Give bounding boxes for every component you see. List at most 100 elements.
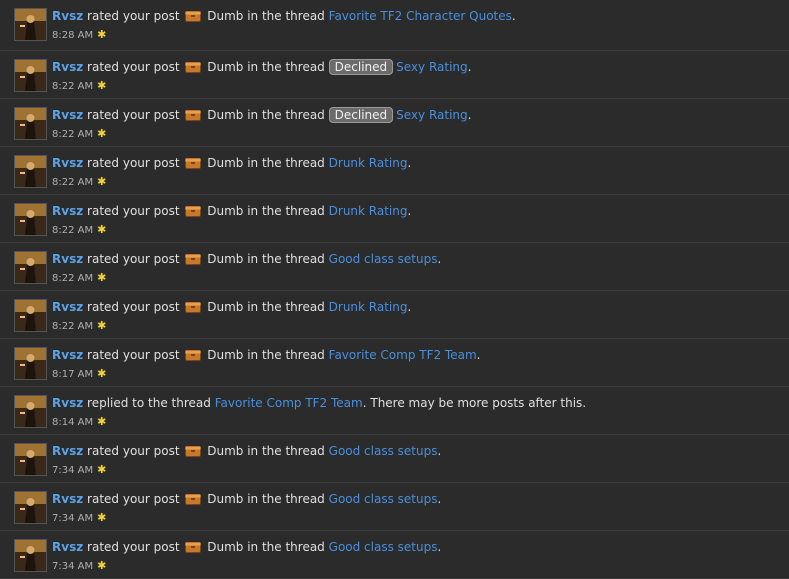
alert-text: Rvsz rated your post Dumb in the thread … [52,491,441,507]
timestamp: 8:22 AM [52,129,94,140]
alert-suffix: . [476,348,481,362]
timestamp: 8:22 AM [52,81,94,92]
user-avatar[interactable] [14,155,47,188]
alert-suffix: . [437,444,442,458]
new-alert-star-icon: ✱ [97,367,107,380]
alert-time: 7:34 AM ✱ [52,560,106,573]
thread-link[interactable]: Drunk Rating [329,300,408,314]
alert-suffix: . [437,252,442,266]
user-avatar[interactable] [14,443,47,476]
username-link[interactable]: Rvsz [52,300,83,314]
alert-action: rated your post [87,60,180,74]
thread-link[interactable]: Sexy Rating [396,108,468,122]
user-avatar[interactable] [14,8,47,41]
username-link[interactable]: Rvsz [52,60,83,74]
thread-link[interactable]: Favorite Comp TF2 Team [329,348,477,362]
rating-name: Dumb [207,156,244,170]
alert-item: Rvsz rated your post Dumb in the thread … [0,0,789,51]
thread-link[interactable]: Good class setups [329,444,438,458]
alert-action: rated your post [87,108,180,122]
alert-action: rated your post [87,492,180,506]
thread-link[interactable]: Favorite Comp TF2 Team [215,396,363,410]
avatar-image [15,108,46,139]
dumb-rating-icon [185,110,202,121]
avatar-image [15,492,46,523]
alert-action: replied to the thread [87,396,211,410]
alert-suffix: . [407,204,412,218]
thread-link[interactable]: Drunk Rating [329,156,408,170]
dumb-rating-icon [185,11,202,22]
avatar-image [15,444,46,475]
alert-time: 8:22 AM ✱ [52,272,106,285]
user-avatar[interactable] [14,107,47,140]
alert-suffix: . [467,60,472,74]
user-avatar[interactable] [14,395,47,428]
alert-connector: in the thread [247,9,325,23]
user-avatar[interactable] [14,491,47,524]
user-avatar[interactable] [14,203,47,236]
timestamp: 8:14 AM [52,417,94,428]
new-alert-star-icon: ✱ [97,319,107,332]
alert-suffix: . [437,492,442,506]
alert-text: Rvsz rated your post Dumb in the thread … [52,203,411,219]
alert-item: Rvsz rated your post Dumb in the thread … [0,531,789,579]
username-link[interactable]: Rvsz [52,204,83,218]
thread-link[interactable]: Favorite TF2 Character Quotes [329,9,512,23]
timestamp: 8:22 AM [52,177,94,188]
alert-time: 8:22 AM ✱ [52,80,106,93]
dumb-rating-icon [185,206,202,217]
user-avatar[interactable] [14,299,47,332]
alert-connector: in the thread [247,204,325,218]
new-alert-star-icon: ✱ [97,28,107,41]
alert-suffix: . There may be more posts after this. [362,396,587,410]
thread-link[interactable]: Good class setups [329,540,438,554]
thread-link[interactable]: Drunk Rating [329,204,408,218]
alert-text: Rvsz replied to the thread Favorite Comp… [52,395,586,411]
timestamp: 8:22 AM [52,225,94,236]
username-link[interactable]: Rvsz [52,252,83,266]
user-avatar[interactable] [14,59,47,92]
alert-time: 8:22 AM ✱ [52,320,106,333]
user-avatar[interactable] [14,251,47,284]
alert-suffix: . [511,9,516,23]
avatar-image [15,156,46,187]
alert-connector: in the thread [247,492,325,506]
alert-action: rated your post [87,348,180,362]
thread-link[interactable]: Good class setups [329,492,438,506]
alert-item: Rvsz rated your post Dumb in the thread … [0,243,789,291]
avatar-image [15,348,46,379]
avatar-image [15,300,46,331]
dumb-rating-icon [185,254,202,265]
thread-link[interactable]: Sexy Rating [396,60,468,74]
alert-text: Rvsz rated your post Dumb in the thread … [52,539,441,555]
username-link[interactable]: Rvsz [52,108,83,122]
username-link[interactable]: Rvsz [52,396,83,410]
timestamp: 8:28 AM [52,30,94,41]
username-link[interactable]: Rvsz [52,540,83,554]
alert-time: 8:22 AM ✱ [52,176,106,189]
username-link[interactable]: Rvsz [52,444,83,458]
rating-name: Dumb [207,492,244,506]
alert-connector: in the thread [247,540,325,554]
username-link[interactable]: Rvsz [52,348,83,362]
timestamp: 8:22 AM [52,321,94,332]
rating-name: Dumb [207,60,244,74]
user-avatar[interactable] [14,347,47,380]
thread-prefix-tag: Declined [328,107,394,123]
dumb-rating-icon [185,158,202,169]
rating-name: Dumb [207,540,244,554]
username-link[interactable]: Rvsz [52,9,83,23]
user-avatar[interactable] [14,539,47,572]
new-alert-star-icon: ✱ [97,271,107,284]
alert-time: 8:17 AM ✱ [52,368,106,381]
username-link[interactable]: Rvsz [52,156,83,170]
alert-item: Rvsz replied to the thread Favorite Comp… [0,387,789,435]
alert-connector: in the thread [247,348,325,362]
rating-name: Dumb [207,108,244,122]
new-alert-star-icon: ✱ [97,559,107,572]
alert-text: Rvsz rated your post Dumb in the thread … [52,443,441,459]
timestamp: 7:34 AM [52,561,94,572]
thread-link[interactable]: Good class setups [329,252,438,266]
avatar-image [15,9,46,40]
username-link[interactable]: Rvsz [52,492,83,506]
